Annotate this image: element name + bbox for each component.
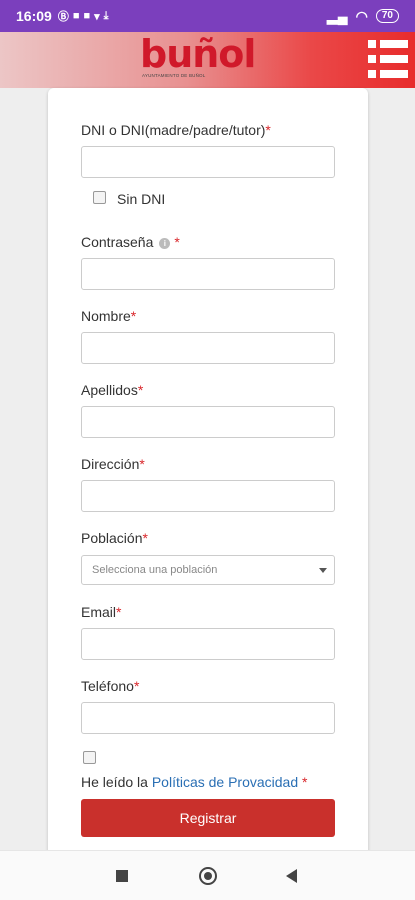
registration-form: DNI o DNI(madre/padre/tutor)* Sin DNI Co… — [48, 88, 368, 858]
signal-icon: ▂▄ — [326, 7, 348, 24]
wifi-icon: ◠ — [355, 7, 368, 24]
required-mark: * — [139, 456, 145, 472]
town-select-placeholder: Selecciona una población — [92, 564, 218, 576]
address-label: Dirección* — [81, 456, 145, 472]
back-triangle-icon[interactable] — [286, 869, 297, 883]
town-label: Población* — [81, 530, 148, 546]
android-nav-bar — [0, 850, 415, 900]
required-mark: * — [142, 530, 148, 546]
surname-input[interactable] — [81, 406, 335, 438]
address-input[interactable] — [81, 480, 335, 512]
app-header: buñol AYUNTAMIENTO DE BUÑOL — [0, 32, 415, 88]
info-icon[interactable]: i — [159, 237, 171, 249]
required-mark: * — [130, 308, 137, 324]
required-mark: * — [265, 122, 271, 138]
email-label-text: Email — [81, 604, 117, 620]
address-label-text: Dirección — [81, 456, 140, 472]
battery-icon: 70 — [375, 9, 399, 23]
password-label-text: Contraseña — [81, 234, 154, 250]
name-input[interactable] — [81, 332, 335, 364]
password-label: Contraseña i * — [81, 234, 180, 250]
privacy-policy-link[interactable]: Políticas de Provacidad — [152, 774, 298, 790]
name-label: Nombre* — [81, 308, 136, 324]
required-mark: * — [302, 774, 308, 790]
surname-label: Apellidos* — [81, 382, 143, 398]
sin-dni-checkbox[interactable] — [93, 191, 106, 204]
logo-word: buñol — [140, 32, 256, 76]
logo-subtitle: AYUNTAMIENTO DE BUÑOL — [142, 73, 206, 78]
status-notification-icons: Ⓑ ■ ■ ▾ ⤓ — [58, 8, 109, 24]
twitter-icon: ▾ — [94, 10, 100, 23]
chevron-down-icon — [319, 568, 327, 573]
email-input[interactable] — [81, 628, 335, 660]
privacy-text: He leído la — [81, 774, 148, 790]
privacy-checkbox[interactable] — [83, 751, 96, 764]
teams-icon: ■ — [72, 10, 80, 22]
phone-label-text: Teléfono — [81, 678, 134, 694]
town-select[interactable]: Selecciona una población — [81, 555, 335, 585]
privacy-statement: He leído la Políticas de Provacidad * — [81, 774, 307, 790]
required-mark: * — [133, 678, 140, 694]
buñol-logo[interactable]: buñol AYUNTAMIENTO DE BUÑOL — [140, 32, 256, 84]
sin-dni-label: Sin DNI — [117, 191, 166, 207]
status-bar: 16:09 Ⓑ ■ ■ ▾ ⤓ ▂▄ ◠ 70 — [0, 0, 415, 32]
phone-label: Teléfono* — [81, 678, 139, 694]
required-mark: * — [137, 382, 144, 398]
teams-icon: ■ — [83, 10, 91, 22]
password-input[interactable] — [81, 258, 335, 290]
dni-label: DNI o DNI(madre/padre/tutor)* — [81, 122, 271, 138]
required-mark: * — [116, 604, 122, 620]
battery-level: 70 — [381, 10, 393, 21]
required-mark: * — [174, 234, 180, 250]
status-time: 16:09 — [16, 8, 52, 24]
home-circle-icon[interactable] — [199, 867, 217, 885]
dni-input[interactable] — [81, 146, 335, 178]
register-button[interactable]: Registrar — [81, 799, 335, 837]
notification-icon: Ⓑ — [57, 11, 69, 23]
email-label: Email* — [81, 604, 121, 620]
name-label-text: Nombre — [81, 308, 131, 324]
hamburger-menu-icon[interactable] — [368, 40, 408, 78]
surname-label-text: Apellidos — [81, 382, 138, 398]
phone-input[interactable] — [81, 702, 335, 734]
town-label-text: Población — [81, 530, 143, 546]
recents-square-icon[interactable] — [116, 870, 128, 882]
download-icon: ⤓ — [103, 9, 109, 22]
dni-label-text: DNI o DNI(madre/padre/tutor) — [81, 122, 266, 138]
